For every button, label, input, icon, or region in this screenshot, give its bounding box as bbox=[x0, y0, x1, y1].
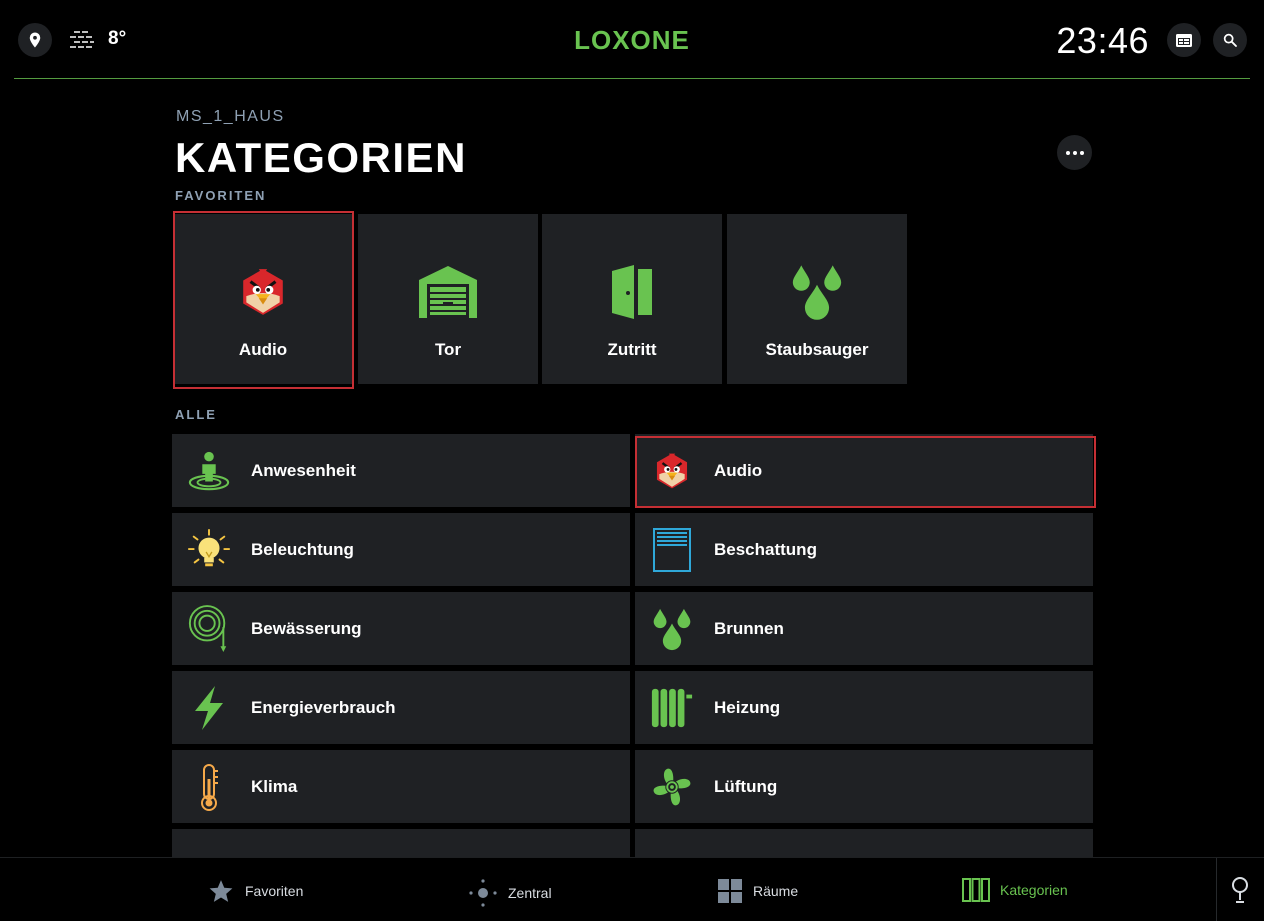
row-label: Beleuchtung bbox=[251, 539, 354, 559]
garage-icon bbox=[416, 260, 480, 324]
row-label: Brunnen bbox=[714, 618, 784, 638]
tab-label: Favoriten bbox=[245, 883, 304, 899]
all-section-label: ALLE bbox=[175, 407, 217, 422]
header-divider bbox=[14, 78, 1250, 79]
search-icon bbox=[1223, 33, 1237, 47]
dot-icon bbox=[1079, 150, 1084, 155]
calendar-button[interactable] bbox=[1167, 23, 1201, 57]
central-icon bbox=[469, 879, 497, 907]
category-row-brunnen[interactable]: Brunnen bbox=[635, 592, 1093, 665]
tab-favoriten[interactable]: Favoriten bbox=[207, 878, 303, 904]
nav-separator bbox=[1216, 858, 1217, 921]
favorites-section-label: FAVORITEN bbox=[175, 188, 267, 203]
tab-label: Räume bbox=[753, 883, 799, 899]
favorite-tile-zutritt[interactable]: Zutritt bbox=[542, 214, 722, 384]
tab-raeume[interactable]: Räume bbox=[717, 878, 798, 904]
angry-bird-icon bbox=[650, 447, 694, 495]
tile-label: Tor bbox=[434, 340, 462, 359]
tab-kategorien[interactable]: Kategorien bbox=[962, 878, 1068, 902]
bottom-nav-bar: Favoriten Zentral Räume Kategorien bbox=[0, 857, 1264, 921]
category-row-lueftung[interactable]: Lüftung bbox=[635, 750, 1093, 823]
categories-icon bbox=[962, 878, 990, 902]
calendar-icon bbox=[1176, 34, 1192, 47]
rooms-icon bbox=[718, 879, 742, 903]
connection-pin-icon bbox=[1232, 877, 1248, 903]
drops-icon bbox=[785, 260, 849, 324]
connection-button[interactable] bbox=[1230, 876, 1250, 904]
category-row-beleuchtung[interactable]: Beleuchtung bbox=[172, 513, 630, 586]
more-options-button[interactable] bbox=[1057, 135, 1092, 170]
radiator-icon bbox=[650, 684, 694, 732]
lightning-icon bbox=[187, 684, 231, 732]
category-row-anwesenheit[interactable]: Anwesenheit bbox=[172, 434, 630, 507]
row-label: Klima bbox=[251, 776, 298, 796]
row-label: Bewässerung bbox=[251, 618, 362, 638]
tab-zentral[interactable]: Zentral bbox=[468, 878, 552, 908]
clock: 23:46 bbox=[1056, 20, 1149, 61]
thermometer-icon bbox=[187, 763, 231, 811]
dot-icon bbox=[1065, 150, 1070, 155]
presence-icon bbox=[187, 447, 231, 495]
row-label: Energieverbrauch bbox=[251, 697, 396, 717]
favorite-tile-staubsauger[interactable]: Staubsauger bbox=[727, 214, 907, 384]
angry-bird-icon bbox=[231, 260, 295, 324]
fan-icon bbox=[650, 763, 694, 811]
row-label: Lüftung bbox=[714, 776, 778, 796]
category-row-klima[interactable]: Klima bbox=[172, 750, 630, 823]
drops-icon bbox=[650, 605, 694, 653]
category-row-beschattung[interactable]: Beschattung bbox=[635, 513, 1093, 586]
page-title: KATEGORIEN bbox=[175, 134, 467, 181]
dot-icon bbox=[1072, 150, 1077, 155]
favorite-tile-tor[interactable]: Tor bbox=[358, 214, 538, 384]
breadcrumb: MS_1_HAUS bbox=[176, 108, 285, 125]
top-bar: 8° LOXONE 23:46 bbox=[0, 0, 1264, 80]
tab-label: Kategorien bbox=[1000, 882, 1068, 898]
star-icon bbox=[209, 880, 233, 902]
row-label: Audio bbox=[714, 460, 763, 480]
category-row-energieverbrauch[interactable]: Energieverbrauch bbox=[172, 671, 630, 744]
category-row-bewaesserung[interactable]: Bewässerung bbox=[172, 592, 630, 665]
tile-label: Staubsauger bbox=[765, 340, 869, 359]
tile-label: Audio bbox=[238, 340, 288, 359]
tile-label: Zutritt bbox=[607, 340, 657, 359]
search-button[interactable] bbox=[1213, 23, 1247, 57]
bulb-icon bbox=[187, 526, 231, 574]
tab-label: Zentral bbox=[508, 885, 552, 901]
row-label: Anwesenheit bbox=[251, 460, 356, 480]
row-label: Heizung bbox=[714, 697, 781, 717]
blinds-icon bbox=[650, 526, 694, 574]
door-icon bbox=[600, 260, 664, 324]
hose-icon bbox=[187, 604, 231, 653]
category-row-audio[interactable]: Audio bbox=[635, 434, 1093, 507]
favorite-tile-audio[interactable]: Audio bbox=[173, 214, 353, 384]
row-label: Beschattung bbox=[714, 539, 817, 559]
category-row-heizung[interactable]: Heizung bbox=[635, 671, 1093, 744]
